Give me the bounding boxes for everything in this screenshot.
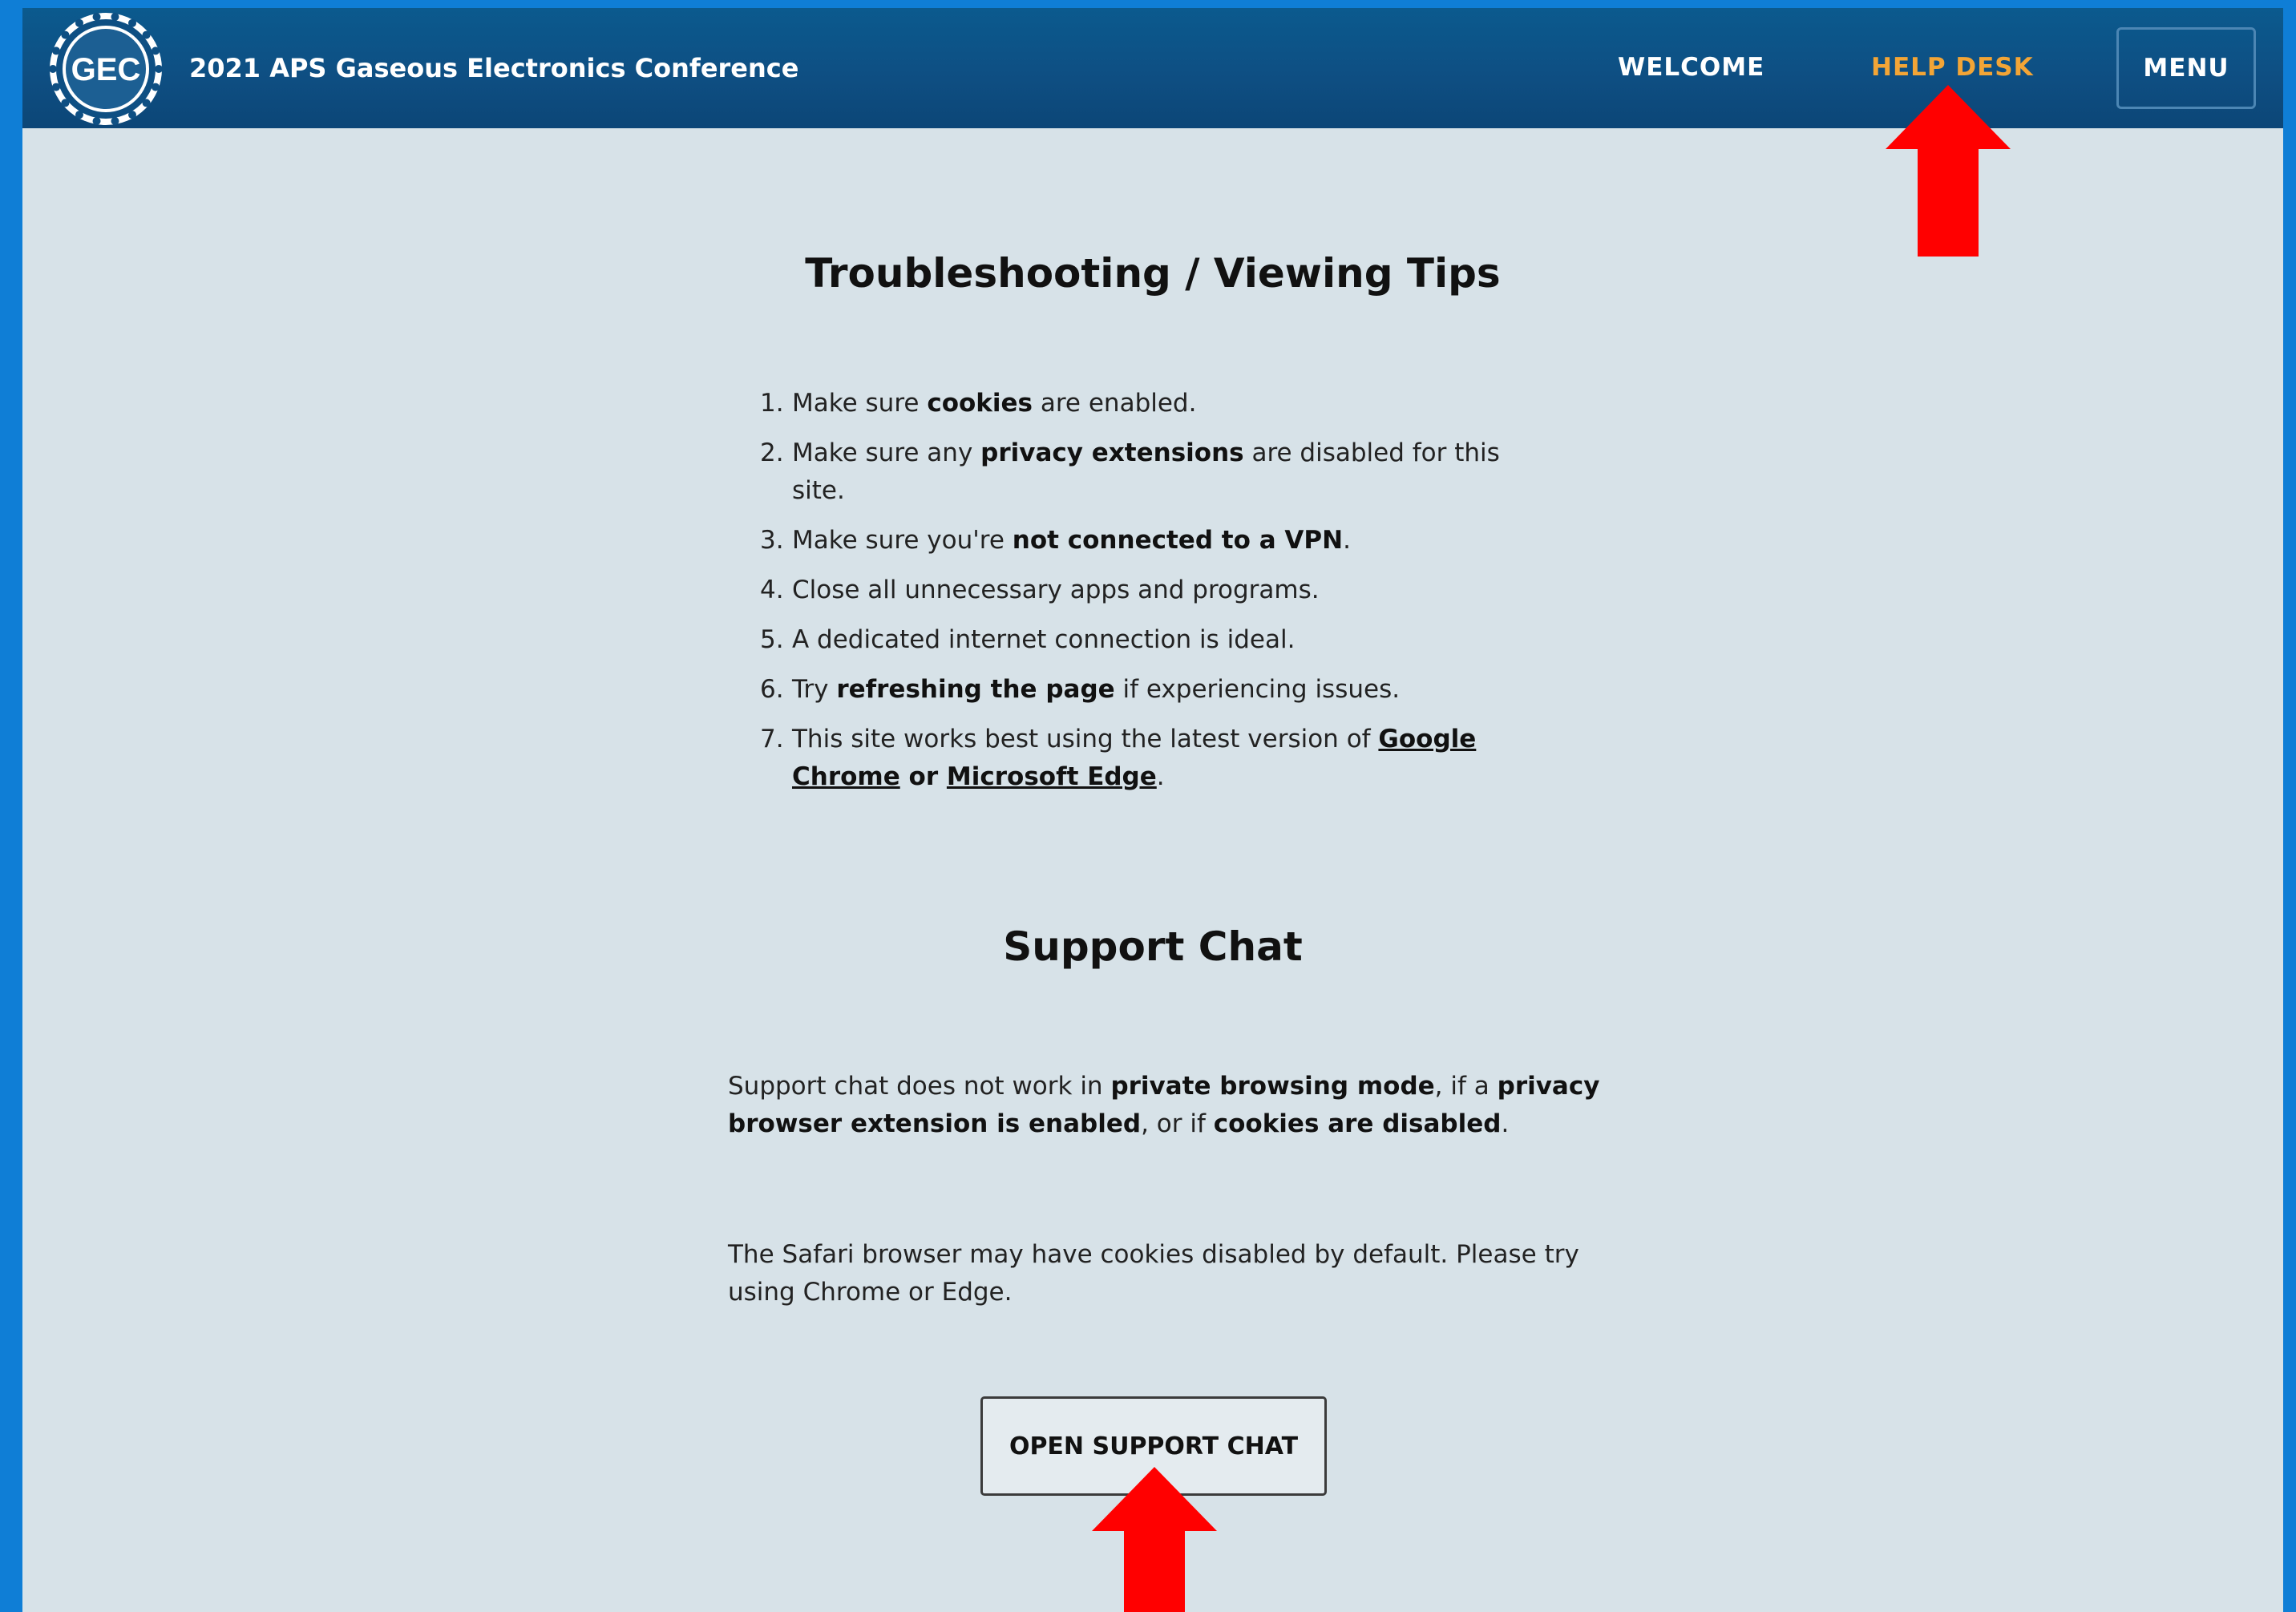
tip-item: 5. A dedicated internet connection is id… [760, 621, 1530, 659]
tip-text: are enabled. [1033, 389, 1197, 418]
safari-notice: The Safari browser may have cookies disa… [728, 1240, 1579, 1307]
tip-emphasis: refreshing the page [836, 675, 1115, 704]
support-chat-notice: Support chat does not work in private br… [728, 1068, 1610, 1143]
notice-text: Support chat does not work in [728, 1072, 1111, 1101]
nav-help-desk-link[interactable]: HELP DESK [1871, 53, 2034, 82]
tip-emphasis: cookies [927, 389, 1033, 418]
tip-item: 2. Make sure any privacy extensions are … [760, 434, 1530, 510]
notice-text: , if a [1434, 1072, 1498, 1101]
tip-text: . [1343, 526, 1351, 555]
tip-number: 3. [760, 526, 784, 555]
tip-text: Make sure any [792, 438, 981, 467]
logo-dot [51, 83, 60, 91]
tip-number: 1. [760, 389, 784, 418]
tip-text: Make sure [792, 389, 928, 418]
logo-dot [128, 18, 136, 27]
logo-dot [111, 13, 119, 21]
tip-text: if experiencing issues. [1114, 675, 1401, 704]
notice-emphasis: cookies are disabled [1213, 1109, 1502, 1138]
menu-button[interactable]: MENU [2116, 27, 2256, 109]
red-arrow-up-icon [1092, 1467, 1217, 1612]
tip-number: 5. [760, 625, 784, 654]
notice-text: , or if [1141, 1109, 1214, 1138]
microsoft-edge-link[interactable]: Microsoft Edge [947, 762, 1157, 791]
nav-welcome-link[interactable]: WELCOME [1618, 53, 1764, 82]
page-frame: GEC 2021 APS Gaseous Electronics Confere… [22, 8, 2283, 1612]
logo-dot [49, 65, 57, 73]
tip-emphasis: or [899, 762, 947, 791]
logo-dot [75, 111, 83, 119]
logo-dot [61, 99, 70, 107]
red-arrow-up-icon [1886, 85, 2011, 257]
tip-number: 2. [760, 438, 784, 467]
tip-item: 7. This site works best using the latest… [760, 721, 1530, 796]
tip-number: 6. [760, 675, 784, 704]
tip-emphasis: privacy extensions [980, 438, 1244, 467]
tip-emphasis: not connected to a VPN [1012, 526, 1344, 555]
tip-number: 4. [760, 576, 784, 604]
troubleshooting-heading: Troubleshooting / Viewing Tips [805, 250, 1501, 297]
logo-dot [111, 117, 119, 125]
tip-text: This site works best using the latest ve… [792, 725, 1379, 753]
tip-item: 1. Make sure cookies are enabled. [760, 385, 1530, 422]
logo-dot [142, 99, 151, 107]
tip-text: A dedicated internet connection is ideal… [792, 625, 1296, 654]
logo-dot [152, 46, 160, 55]
logo-dot [128, 111, 136, 119]
tip-text: Make sure you're [792, 526, 1013, 555]
site-title[interactable]: 2021 APS Gaseous Electronics Conference [189, 53, 798, 83]
tip-item: 3. Make sure you're not connected to a V… [760, 522, 1530, 560]
tip-text: Close all unnecessary apps and programs. [792, 576, 1320, 604]
tip-item: 6. Try refreshing the page if experienci… [760, 671, 1530, 709]
gec-logo[interactable]: GEC [46, 10, 165, 128]
logo-dot [61, 30, 70, 39]
support-chat-heading: Support Chat [1003, 923, 1303, 970]
tips-list: 1. Make sure cookies are enabled. 2. Mak… [760, 385, 1530, 808]
notice-text: . [1501, 1109, 1510, 1138]
logo-dot [51, 46, 60, 55]
notice-emphasis: private browsing mode [1110, 1072, 1435, 1101]
tip-number: 7. [760, 725, 784, 753]
logo-dot [152, 83, 160, 91]
tip-item: 4. Close all unnecessary apps and progra… [760, 572, 1530, 609]
tip-text: Try [792, 675, 837, 704]
logo-dot [155, 65, 163, 73]
logo-dot [92, 13, 101, 21]
tip-text: . [1156, 762, 1165, 791]
logo-dot [142, 30, 151, 39]
logo-text: GEC [71, 52, 141, 87]
logo-dot [75, 18, 83, 27]
logo-dot [92, 117, 101, 125]
